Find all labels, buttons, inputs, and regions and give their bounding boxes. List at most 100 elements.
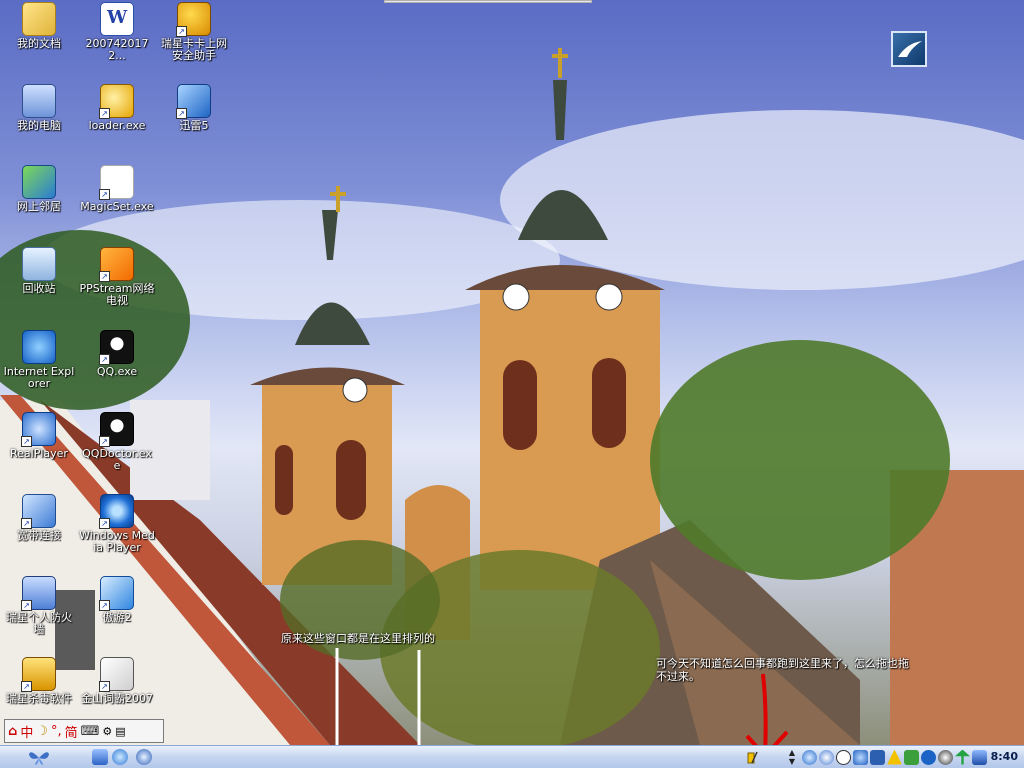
- shortcut-arrow-icon: ↗: [21, 436, 32, 447]
- desktop-icon-magicset[interactable]: ↗ MagicSet.exe: [78, 165, 156, 213]
- desktop-icon-my-computer[interactable]: 我的电脑: [0, 84, 78, 132]
- ime-soft-keyboard[interactable]: ⌨: [81, 724, 100, 739]
- icon-label: MagicSet.exe: [80, 200, 154, 213]
- desktop-icon-ppstream[interactable]: ↗ PPStream网络电视: [78, 247, 156, 307]
- taskbar: ▲ ▼ 8:40: [0, 745, 1024, 768]
- tray-warning-icon[interactable]: [887, 749, 902, 765]
- kingsoft-dict-icon: ↗: [99, 657, 134, 692]
- desktop-icon-recycle-bin[interactable]: 回收站: [0, 247, 78, 295]
- desktop-icon-rising-antivirus[interactable]: ↗ 瑞星杀毒软件: [0, 657, 78, 705]
- desktop-icon-broadband[interactable]: ↗ 宽带连接: [0, 494, 78, 542]
- shortcut-arrow-icon: ↗: [99, 436, 110, 447]
- offscreen-window-edge[interactable]: [384, 0, 592, 3]
- icon-label: 网上邻居: [17, 200, 61, 213]
- tray-camera-icon[interactable]: [938, 749, 953, 765]
- icon-label: loader.exe: [88, 119, 146, 132]
- icon-label: 宽带连接: [17, 529, 61, 542]
- icon-label: 金山词霸2007: [81, 692, 153, 705]
- thunder-icon: ↗: [176, 84, 211, 119]
- icon-label: RealPlayer: [10, 447, 68, 460]
- tray-umbrella-icon[interactable]: [955, 749, 970, 765]
- shortcut-arrow-icon: ↗: [99, 271, 110, 282]
- icon-label: PPStream网络电视: [79, 282, 155, 307]
- thunder-float-window[interactable]: [891, 31, 927, 67]
- desktop-icon-internet-explorer[interactable]: Internet Explorer: [0, 330, 78, 390]
- desktop-icon-thunder[interactable]: ↗ 迅雷5: [155, 84, 233, 132]
- quicklaunch-browser-icon[interactable]: [112, 749, 128, 765]
- icon-label: 20074201​72...: [85, 37, 149, 62]
- desktop-icon-kingsoft-dict[interactable]: ↗ 金山词霸2007: [78, 657, 156, 705]
- tray-shield-icon[interactable]: [972, 749, 987, 765]
- ime-settings-icon[interactable]: ⚙: [102, 725, 112, 738]
- ime-fullwidth-toggle[interactable]: ☽: [36, 724, 48, 739]
- shortcut-arrow-icon: ↗: [176, 26, 187, 37]
- ime-simplified-toggle[interactable]: 简: [65, 722, 78, 741]
- shortcut-arrow-icon: ↗: [21, 600, 32, 611]
- shortcut-arrow-icon: ↗: [99, 189, 110, 200]
- shortcut-arrow-icon: ↗: [176, 108, 187, 119]
- tray-window-icon[interactable]: [870, 749, 885, 765]
- ime-logo-icon[interactable]: ⌂: [8, 724, 17, 739]
- rabbit-icon: ↗: [99, 165, 134, 200]
- tray-network-icon[interactable]: [802, 749, 817, 765]
- recycle-bin-icon: [22, 247, 56, 281]
- desktop-icon-realplayer[interactable]: ↗ RealPlayer: [0, 412, 78, 460]
- desktop-icon-firewall[interactable]: ↗ 瑞星个人防火墙: [0, 576, 78, 636]
- desktop-icon-maxthon[interactable]: ↗ 傲游2: [78, 576, 156, 624]
- icon-label: Windows Media Player: [79, 529, 155, 554]
- shortcut-arrow-icon: ↗: [99, 108, 110, 119]
- icon-label: QQDoctor.exe: [82, 447, 152, 472]
- ime-mode-toggle[interactable]: 中: [20, 722, 33, 741]
- icon-label: 迅雷5: [179, 119, 209, 132]
- tray-thunder-icon[interactable]: [853, 749, 868, 765]
- bird-icon: [898, 41, 922, 57]
- wmp-icon: ↗: [99, 494, 134, 529]
- network-icon: [22, 165, 56, 199]
- firewall-icon: ↗: [21, 576, 56, 611]
- my-computer-icon: [22, 84, 56, 118]
- icon-label: QQ.exe: [96, 365, 138, 378]
- ime-punctuation-toggle[interactable]: °,: [51, 724, 62, 739]
- rising-kaka-icon: ↗: [176, 2, 211, 37]
- shortcut-arrow-icon: ↗: [21, 681, 32, 692]
- tray-update-icon[interactable]: [921, 749, 936, 765]
- icon-label: 瑞星杀毒软件: [6, 692, 72, 705]
- icon-label: 回收站: [22, 282, 56, 295]
- icon-label: 瑞星卡卡上网安全助手: [161, 37, 227, 62]
- icon-label: 傲游2: [102, 611, 132, 624]
- desktop-icon-rising-kaka[interactable]: ↗ 瑞星卡卡上网安全助手: [155, 2, 233, 62]
- shortcut-arrow-icon: ↗: [99, 681, 110, 692]
- realplayer-icon: ↗: [21, 412, 56, 447]
- taskbar-clock[interactable]: 8:40: [991, 750, 1018, 763]
- desktop-icon-word-doc[interactable]: 20074201​72...: [78, 2, 156, 62]
- desktop-icon-my-documents[interactable]: 我的文档: [0, 2, 78, 50]
- desktop-icon-network[interactable]: 网上邻居: [0, 165, 78, 213]
- folder-icon: [22, 2, 56, 36]
- quicklaunch-maxthon-icon[interactable]: [136, 749, 152, 765]
- shortcut-arrow-icon: ↗: [99, 354, 110, 365]
- shortcut-arrow-icon: ↗: [99, 518, 110, 529]
- desktop-icon-qq[interactable]: ↗ QQ.exe: [78, 330, 156, 378]
- desktop-icon-loader[interactable]: ↗ loader.exe: [78, 84, 156, 132]
- desktop-icon-qqdoctor[interactable]: ↗ QQDoctor.exe: [78, 412, 156, 472]
- icon-label: Internet Explorer: [3, 365, 75, 390]
- desktop-icon-wmp[interactable]: ↗ Windows Media Player: [78, 494, 156, 554]
- icon-label: 瑞星个人防火墙: [6, 611, 72, 636]
- loader-icon: ↗: [99, 84, 134, 119]
- ime-menu-icon[interactable]: ▤: [115, 725, 125, 738]
- tray-maxthon-icon[interactable]: [819, 749, 834, 765]
- ie-icon: [22, 330, 56, 364]
- tray-qq-icon[interactable]: [836, 749, 851, 765]
- pen-tool-icon[interactable]: [745, 749, 761, 765]
- ime-toolbar[interactable]: ⌂ 中 ☽ °, 简 ⌨ ⚙ ▤: [4, 719, 164, 743]
- start-button-butterfly-icon[interactable]: [28, 749, 50, 766]
- annotation-right-line1: 可今天不知道怎么回事都跑到这里来了，怎么拖也拖: [656, 657, 909, 670]
- rising-antivirus-icon: ↗: [21, 657, 56, 692]
- quicklaunch-user-icon[interactable]: [92, 749, 108, 765]
- icon-label: 我的文档: [17, 37, 61, 50]
- icon-label: 我的电脑: [17, 119, 61, 132]
- broadband-icon: ↗: [21, 494, 56, 529]
- shortcut-arrow-icon: ↗: [21, 518, 32, 529]
- tray-connection-icon[interactable]: [904, 749, 919, 765]
- word-doc-icon: [100, 2, 134, 36]
